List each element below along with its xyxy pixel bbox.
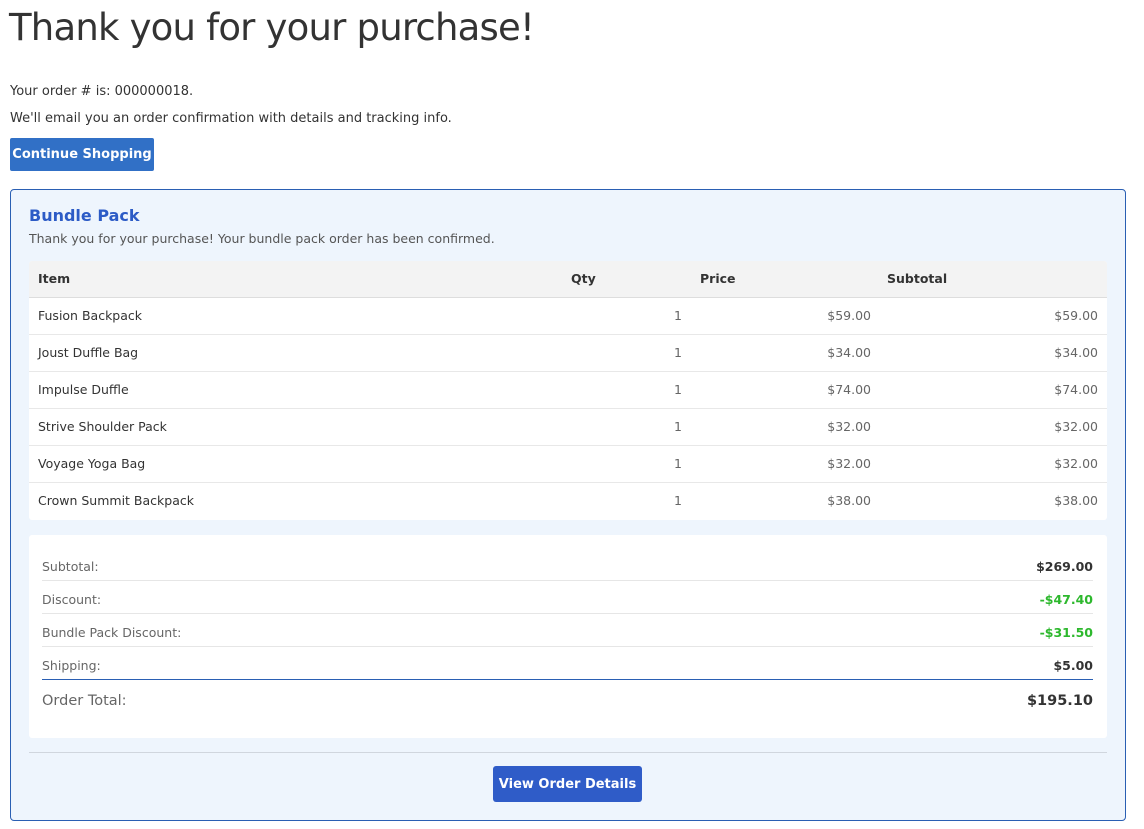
table-row: Joust Duffle Bag 1 $34.00 $34.00	[29, 335, 1107, 372]
items-table: Item Qty Price Subtotal Fusion Backpack …	[29, 261, 1107, 520]
order-number-text: Your order # is: 000000018.	[10, 84, 194, 99]
table-row: Impulse Duffle 1 $74.00 $74.00	[29, 372, 1107, 409]
order-total-label: Order Total:	[42, 693, 127, 709]
item-name: Strive Shoulder Pack	[38, 419, 167, 434]
column-item: Item	[38, 271, 71, 286]
totals-label: Bundle Pack Discount:	[42, 625, 182, 640]
item-price: $38.00	[827, 493, 871, 508]
bundle-pack-panel: Bundle Pack Thank you for your purchase!…	[10, 189, 1126, 821]
column-price: Price	[700, 271, 736, 286]
totals-value: $5.00	[1053, 658, 1093, 673]
item-name: Crown Summit Backpack	[38, 493, 194, 508]
table-row: Fusion Backpack 1 $59.00 $59.00	[29, 298, 1107, 335]
item-qty: 1	[674, 493, 682, 508]
bundle-subtitle: Thank you for your purchase! Your bundle…	[29, 231, 495, 246]
totals-label: Shipping:	[42, 658, 101, 673]
totals-row-shipping: Shipping: $5.00	[42, 647, 1093, 680]
item-subtotal: $38.00	[1054, 493, 1098, 508]
email-confirmation-text: We'll email you an order confirmation wi…	[10, 111, 452, 126]
item-qty: 1	[674, 345, 682, 360]
item-price: $32.00	[827, 419, 871, 434]
item-name: Joust Duffle Bag	[38, 345, 139, 360]
totals-value: -$47.40	[1039, 592, 1093, 607]
page-title: Thank you for your purchase!	[9, 6, 535, 49]
order-total-value: $195.10	[1026, 693, 1093, 709]
totals-value: $269.00	[1036, 559, 1093, 574]
continue-shopping-button[interactable]: Continue Shopping	[10, 138, 154, 171]
table-header: Item Qty Price Subtotal	[29, 261, 1107, 298]
divider	[29, 752, 1107, 753]
item-price: $34.00	[827, 345, 871, 360]
item-name: Impulse Duffle	[38, 382, 129, 397]
order-totals: Subtotal: $269.00 Discount: -$47.40 Bund…	[29, 535, 1107, 738]
totals-value: -$31.50	[1039, 625, 1093, 640]
item-subtotal: $74.00	[1054, 382, 1098, 397]
view-order-details-button[interactable]: View Order Details	[493, 766, 642, 802]
totals-label: Discount:	[42, 592, 102, 607]
item-qty: 1	[674, 382, 682, 397]
item-name: Voyage Yoga Bag	[38, 456, 146, 471]
item-price: $32.00	[827, 456, 871, 471]
item-subtotal: $32.00	[1054, 456, 1098, 471]
column-qty: Qty	[571, 271, 596, 286]
item-price: $59.00	[827, 308, 871, 323]
item-subtotal: $32.00	[1054, 419, 1098, 434]
totals-row-discount: Discount: -$47.40	[42, 581, 1093, 614]
column-subtotal: Subtotal	[887, 271, 948, 286]
totals-row-bundle-discount: Bundle Pack Discount: -$31.50	[42, 614, 1093, 647]
item-qty: 1	[674, 419, 682, 434]
table-row: Crown Summit Backpack 1 $38.00 $38.00	[29, 483, 1107, 520]
totals-label: Subtotal:	[42, 559, 99, 574]
item-name: Fusion Backpack	[38, 308, 143, 323]
bundle-title: Bundle Pack	[29, 206, 140, 225]
item-qty: 1	[674, 456, 682, 471]
item-price: $74.00	[827, 382, 871, 397]
item-qty: 1	[674, 308, 682, 323]
item-subtotal: $34.00	[1054, 345, 1098, 360]
table-row: Strive Shoulder Pack 1 $32.00 $32.00	[29, 409, 1107, 446]
table-row: Voyage Yoga Bag 1 $32.00 $32.00	[29, 446, 1107, 483]
totals-row-subtotal: Subtotal: $269.00	[42, 548, 1093, 581]
item-subtotal: $59.00	[1054, 308, 1098, 323]
